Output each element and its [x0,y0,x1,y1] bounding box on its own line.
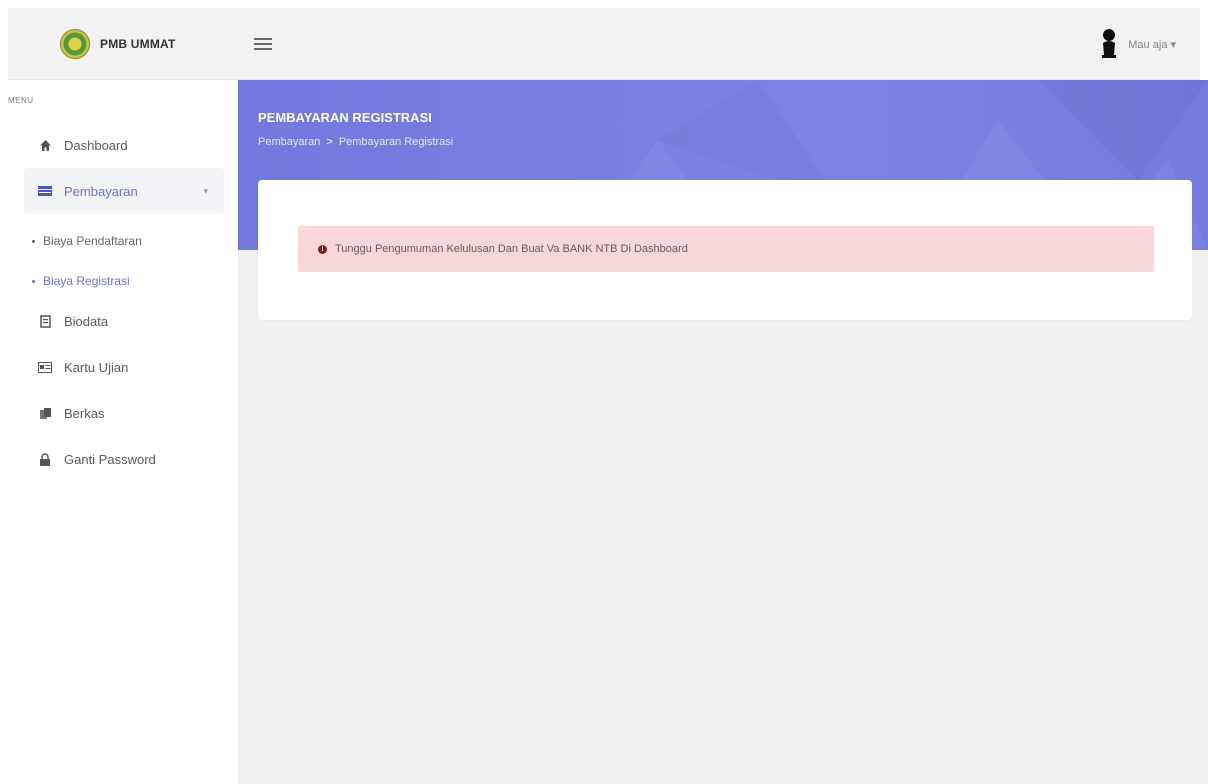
alert-danger: ! Tunggu Pengumuman Kelulusan Dan Buat V… [298,226,1154,272]
sidebar-item-dashboard[interactable]: Dashboard [24,122,224,168]
lock-icon [38,452,52,466]
chevron-down-icon: ▾ [1170,38,1176,51]
files-icon [38,406,52,420]
sidebar-item-pembayaran[interactable]: Pembayaran ▾ [24,168,224,214]
breadcrumb-separator-icon: > [326,136,333,148]
sidebar-item-label: Pembayaran [64,183,138,199]
sidebar-item-berkas[interactable]: Berkas [24,390,224,436]
user-name: Mau aja ▾ [1128,38,1176,51]
top-navbar: PMB UMMAT Mau aja ▾ [8,8,1200,80]
user-menu[interactable]: Mau aja ▾ [1100,26,1176,62]
sidebar-item-label: Biodata [64,313,109,329]
sidebar-item-label: Berkas [64,405,105,421]
sidebar-item-label: Kartu Ujian [64,359,129,375]
breadcrumb: Pembayaran > Pembayaran Registrasi [258,136,453,148]
menu-toggle-icon[interactable] [254,35,272,53]
file-icon [38,314,52,328]
content-card: ! Tunggu Pengumuman Kelulusan Dan Buat V… [258,180,1192,320]
university-logo [60,29,90,59]
credit-card-icon [38,184,52,198]
sidebar-item-label: Ganti Password [64,451,156,467]
bullet-icon [32,279,35,283]
submenu-item-label: Biaya Registrasi [43,274,130,288]
bullet-icon [32,239,35,243]
user-avatar-icon [1102,29,1117,58]
submenu-item-biaya-pendaftaran[interactable]: Biaya Pendaftaran [32,230,142,252]
chevron-down-icon: ▾ [203,185,208,196]
breadcrumb-item-current: Pembayaran Registrasi [338,136,454,148]
alert-message: Tunggu Pengumuman Kelulusan Dan Buat Va … [335,243,688,255]
exclamation-circle-icon: ! [318,244,327,254]
page-title: PEMBAYARAN REGISTRASI [258,110,432,125]
sidebar-item-ganti-password[interactable]: Ganti Password [24,436,224,482]
sidebar-item-kartu-ujian[interactable]: Kartu Ujian [24,344,224,390]
submenu-item-label: Biaya Pendaftaran [43,234,142,248]
brand-name: PMB UMMAT [100,37,176,51]
submenu-item-biaya-registrasi[interactable]: Biaya Registrasi [32,270,130,292]
sidebar-item-biodata[interactable]: Biodata [24,298,224,344]
menu-section-label: MENU [8,96,34,105]
breadcrumb-item-pembayaran[interactable]: Pembayaran [258,136,320,148]
id-card-icon [38,360,52,374]
home-icon [38,138,52,152]
brand[interactable]: PMB UMMAT [60,28,176,60]
sidebar-item-label: Dashboard [64,137,128,153]
sidebar: MENU Dashboard Pembayaran ▾ Biaya Pendaf… [8,80,238,784]
